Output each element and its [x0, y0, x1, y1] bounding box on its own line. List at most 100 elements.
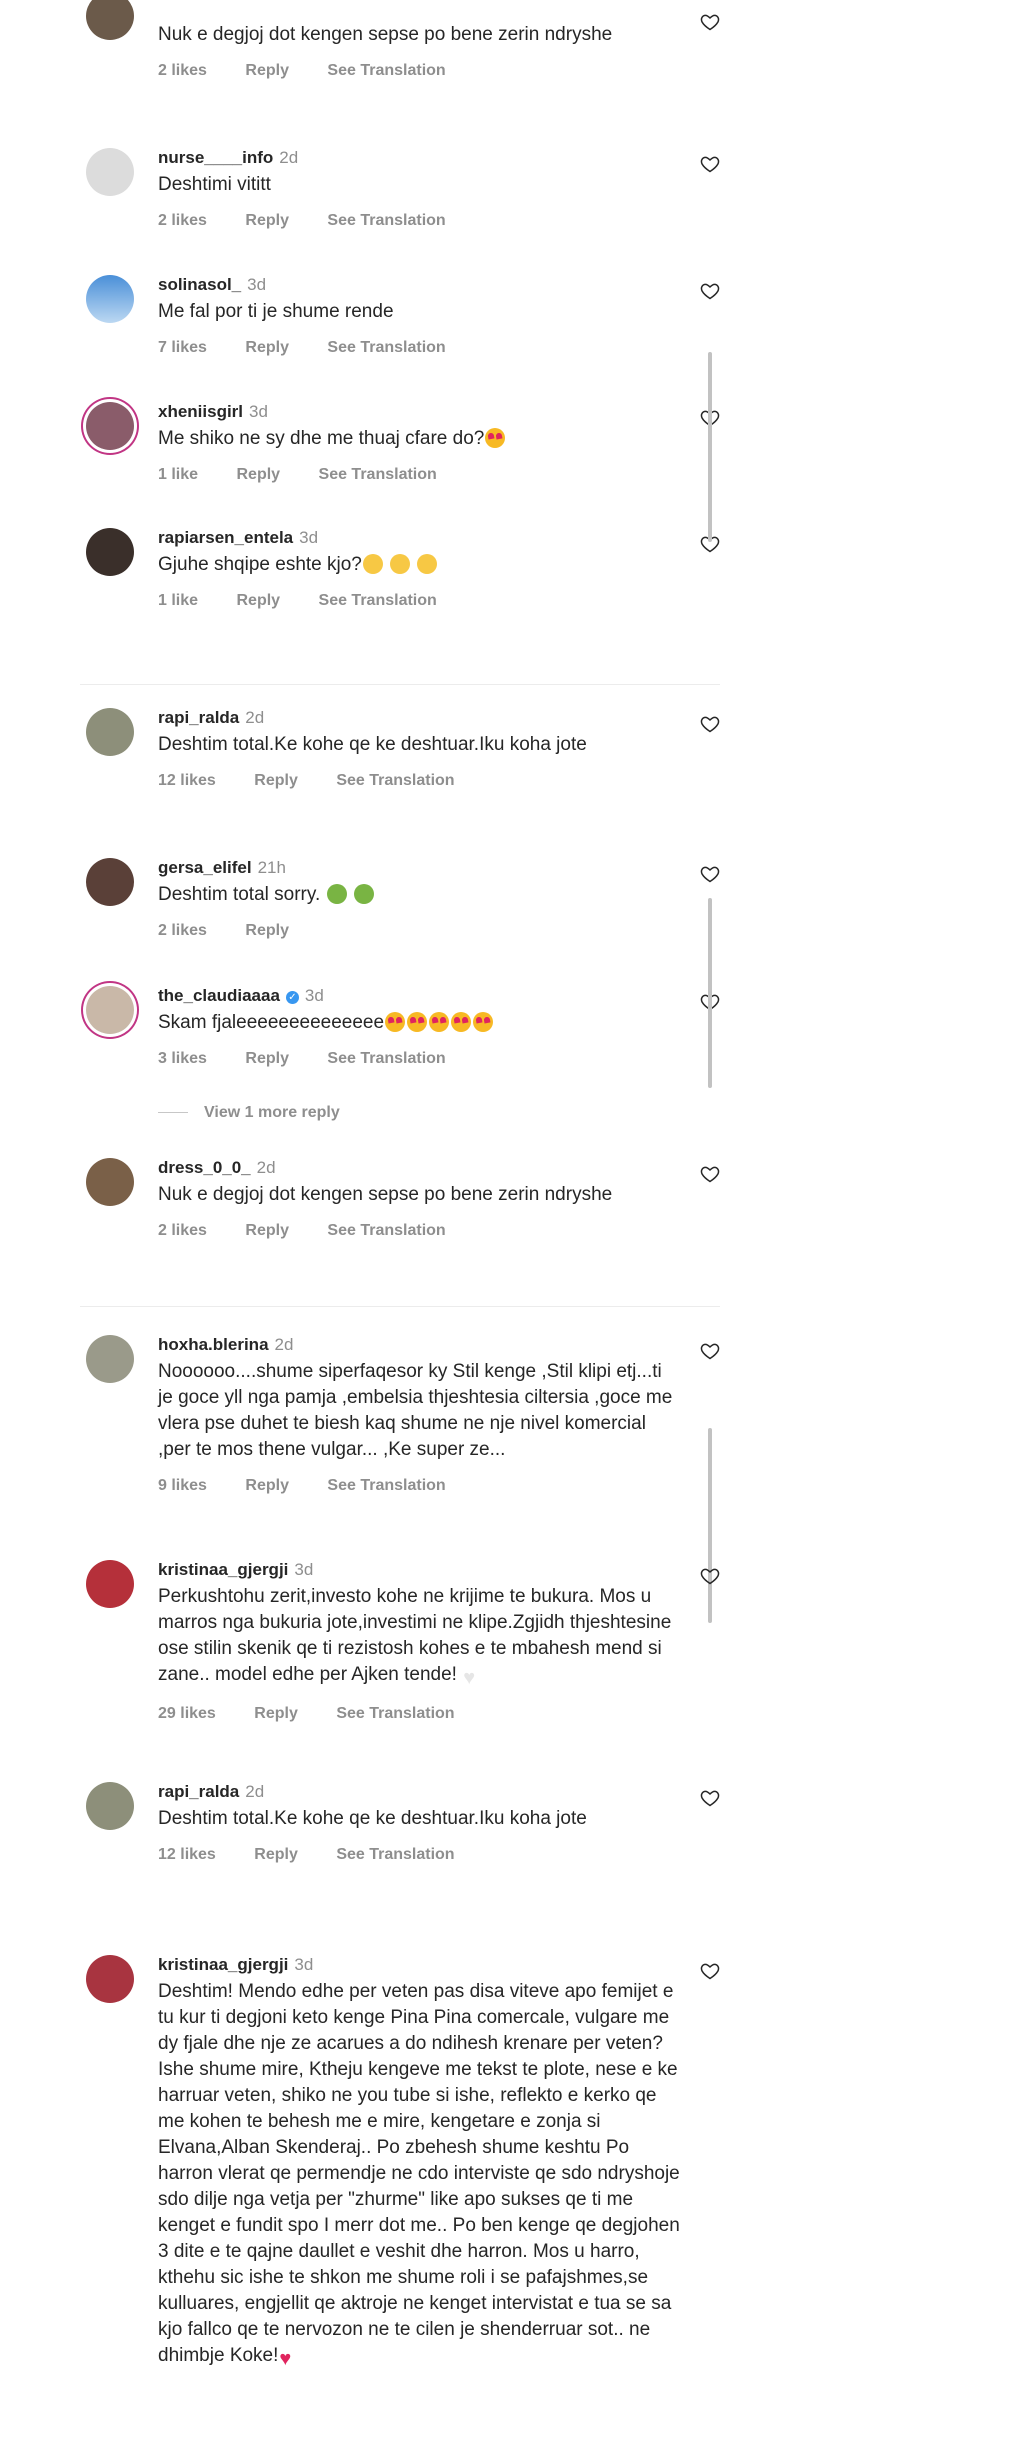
avatar[interactable]	[86, 528, 134, 576]
heart-outline-icon[interactable]	[700, 1961, 720, 1981]
likes-count[interactable]: 12 likes	[158, 1846, 216, 1863]
see-translation-button[interactable]: See Translation	[327, 1477, 445, 1494]
see-translation-button[interactable]: See Translation	[336, 1705, 454, 1722]
likes-count[interactable]: 3 likes	[158, 1050, 207, 1067]
reply-button[interactable]: Reply	[245, 1222, 289, 1239]
reply-button[interactable]: Reply	[245, 339, 289, 356]
reply-button[interactable]: Reply	[245, 922, 289, 939]
comment-meta: 12 likes Reply See Translation	[158, 772, 680, 790]
comment-meta: 1 like Reply See Translation	[158, 592, 680, 610]
likes-count[interactable]: 29 likes	[158, 1705, 216, 1722]
scrollbar[interactable]	[708, 898, 712, 1088]
comment-time: 2d	[245, 708, 265, 727]
likes-count[interactable]: 2 likes	[158, 1222, 207, 1239]
comment-item: gersa_elifel 21h Deshtim total sorry. 2 l…	[86, 858, 720, 958]
heart-eyes-emoji-icon	[473, 1012, 494, 1032]
comment-username[interactable]: rapi_ralda	[158, 1782, 239, 1801]
verified-badge-icon: ✓	[285, 991, 299, 1004]
avatar[interactable]	[86, 708, 134, 756]
see-translation-button[interactable]: See Translation	[336, 772, 454, 789]
reply-button[interactable]: Reply	[236, 466, 280, 483]
comment-username[interactable]: the_claudiaaaa	[158, 986, 280, 1005]
likes-count[interactable]: 2 likes	[158, 62, 207, 79]
heart-outline-icon[interactable]	[700, 12, 720, 32]
view-more-replies-button[interactable]: View 1 more reply	[158, 1104, 340, 1122]
avatar[interactable]	[86, 275, 134, 323]
avatar[interactable]	[86, 1782, 134, 1830]
view-more-line	[158, 1112, 188, 1114]
reply-button[interactable]: Reply	[254, 772, 298, 789]
reply-button[interactable]: Reply	[245, 1477, 289, 1494]
heart-outline-icon[interactable]	[700, 1788, 720, 1808]
heart-outline-icon[interactable]	[700, 1164, 720, 1184]
avatar[interactable]	[86, 1158, 134, 1206]
comment-username[interactable]: gersa_elifel	[158, 858, 252, 877]
comment-item: Nuk e degjoj dot kengen sepse po bene ze…	[86, 0, 720, 112]
avatar[interactable]	[86, 148, 134, 196]
see-translation-button[interactable]: See Translation	[327, 62, 445, 79]
reply-button[interactable]: Reply	[254, 1846, 298, 1863]
avatar[interactable]	[86, 986, 134, 1034]
reply-button[interactable]: Reply	[245, 1050, 289, 1067]
reply-button[interactable]: Reply	[245, 212, 289, 229]
comment-username[interactable]: kristinaa_gjergji	[158, 1955, 288, 1974]
comment-time: 3d	[299, 528, 319, 547]
comment-username[interactable]: rapiarsen_entela	[158, 528, 293, 547]
reply-button[interactable]: Reply	[245, 62, 289, 79]
likes-count[interactable]: 1 like	[158, 466, 198, 483]
scrollbar[interactable]	[708, 352, 712, 542]
heart-outline-icon[interactable]	[700, 154, 720, 174]
comment-username[interactable]: hoxha.blerina	[158, 1335, 269, 1354]
comment-username[interactable]: nurse____info	[158, 148, 273, 167]
reply-button[interactable]: Reply	[254, 1705, 298, 1722]
comment-text: Perkushtohu zerit,investo kohe ne krijim…	[158, 1584, 680, 1691]
divider	[80, 1306, 720, 1307]
comment-text-content: Me shiko ne sy dhe me thuaj cfare do?	[158, 428, 485, 449]
comment-time: 2d	[245, 1782, 265, 1801]
comment-meta: 3 likes Reply See Translation	[158, 1050, 680, 1068]
comment-text: Deshtim total sorry.	[158, 882, 680, 908]
see-translation-button[interactable]: See Translation	[319, 466, 437, 483]
heart-eyes-emoji-icon	[385, 1012, 406, 1032]
comment-text: Nuk e degjoj dot kengen sepse po bene ze…	[158, 24, 613, 45]
avatar[interactable]	[86, 402, 134, 450]
likes-count[interactable]: 7 likes	[158, 339, 207, 356]
see-translation-button[interactable]: See Translation	[319, 592, 437, 609]
comment-username[interactable]: rapi_ralda	[158, 708, 239, 727]
see-translation-button[interactable]: See Translation	[327, 1222, 445, 1239]
heart-outline-icon[interactable]	[700, 714, 720, 734]
comment-meta: 2 likes Reply See Translation	[158, 62, 680, 80]
heart-outline-icon[interactable]	[700, 1566, 720, 1586]
likes-count[interactable]: 1 like	[158, 592, 198, 609]
avatar[interactable]	[86, 1560, 134, 1608]
heart-eyes-emoji-icon	[407, 1012, 428, 1032]
comment-text: Me fal por ti je shume rende	[158, 301, 394, 322]
likes-count[interactable]: 9 likes	[158, 1477, 207, 1494]
comment-username[interactable]: xheniisgirl	[158, 402, 243, 421]
heart-eyes-emoji-icon	[429, 1012, 450, 1032]
heart-outline-icon[interactable]	[700, 281, 720, 301]
likes-count[interactable]: 12 likes	[158, 772, 216, 789]
comment-time: 2d	[279, 148, 299, 167]
avatar[interactable]	[86, 858, 134, 906]
comment-meta: 2 likes Reply See Translation	[158, 1222, 680, 1240]
see-translation-button[interactable]: See Translation	[327, 339, 445, 356]
avatar[interactable]	[86, 1335, 134, 1383]
comment-time: 3d	[294, 1560, 314, 1579]
heart-outline-icon[interactable]	[700, 1341, 720, 1361]
comment-item: kristinaa_gjergji 3d Deshtim! Mendo edhe …	[86, 1955, 720, 2435]
reply-button[interactable]: Reply	[236, 592, 280, 609]
comment-username[interactable]: solinasol_	[158, 275, 241, 294]
comment-username[interactable]: kristinaa_gjergji	[158, 1560, 288, 1579]
avatar[interactable]	[86, 0, 134, 40]
likes-count[interactable]: 2 likes	[158, 922, 207, 939]
comment-username[interactable]: dress_0_0_	[158, 1158, 251, 1177]
comment-text: Gjuhe shqipe eshte kjo?	[158, 552, 680, 578]
see-translation-button[interactable]: See Translation	[327, 212, 445, 229]
comment-meta: 2 likes Reply See Translation	[158, 212, 680, 230]
see-translation-button[interactable]: See Translation	[336, 1846, 454, 1863]
see-translation-button[interactable]: See Translation	[327, 1050, 445, 1067]
heart-outline-icon[interactable]	[700, 864, 720, 884]
likes-count[interactable]: 2 likes	[158, 212, 207, 229]
avatar[interactable]	[86, 1955, 134, 2003]
